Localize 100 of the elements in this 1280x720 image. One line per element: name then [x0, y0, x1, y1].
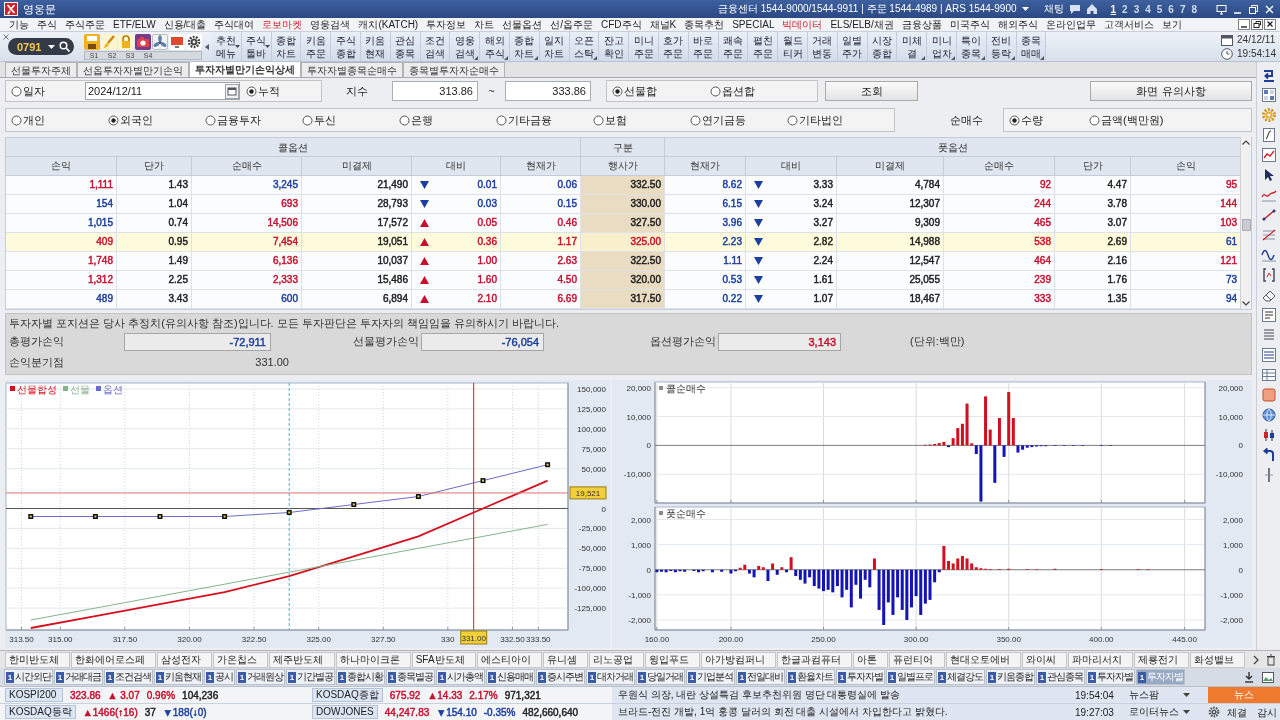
radio-button[interactable]: 기타금융	[496, 112, 593, 128]
menu-item[interactable]: 캐치(KATCH)	[355, 18, 422, 31]
screen-number[interactable]: 7	[1177, 3, 1188, 15]
window-tab[interactable]: 1 기업분석	[686, 669, 735, 685]
menu-item[interactable]: CFD주식	[597, 18, 645, 31]
menu-item[interactable]: ETF/ELW	[110, 18, 159, 31]
window-tab[interactable]: 1 종합시황	[336, 669, 385, 685]
chat-bubble-icon[interactable]	[1068, 3, 1081, 15]
window-tab[interactable]: 1 체결강도	[936, 669, 985, 685]
window-tab[interactable]: 1 환율차트	[786, 669, 835, 685]
stock-shortcut[interactable]: 아가방컴퍼니	[701, 651, 777, 668]
radio-button[interactable]: 수량	[1009, 112, 1089, 128]
stock-shortcut[interactable]: 한글과컴퓨터	[777, 651, 853, 668]
toolbar-button[interactable]: 오픈 스탁	[569, 32, 600, 61]
search-icon[interactable]	[59, 41, 70, 52]
window-tab[interactable]: 1 대차거래	[586, 669, 635, 685]
settings-icon[interactable]	[1208, 706, 1220, 718]
menu-item[interactable]: 영웅검색	[307, 18, 354, 31]
radio-button[interactable]: 기타법인	[787, 112, 884, 128]
stock-shortcut[interactable]: 에스티아이	[476, 651, 542, 668]
chat-button[interactable]: 채팅	[1043, 2, 1064, 16]
menu-item[interactable]: 주식대여	[211, 18, 258, 31]
toolbar-button[interactable]: 감시	[1254, 704, 1280, 720]
globe-icon[interactable]	[1260, 407, 1277, 423]
toolbar-button[interactable]: 잔고 확인	[599, 32, 630, 61]
toolbar-button[interactable]: 주식 종합	[331, 32, 361, 61]
menu-item[interactable]: 미국주식	[946, 18, 993, 31]
radio-button[interactable]: 금액(백만원)	[1089, 112, 1169, 128]
tab[interactable]: 종목별투자자순매수	[403, 62, 505, 77]
scroll-left-icon[interactable]	[205, 43, 209, 50]
screen-number[interactable]: 1	[1108, 3, 1119, 15]
calendar-icon[interactable]	[225, 83, 239, 99]
toolbar-button[interactable]: 주식 툴바	[241, 32, 272, 61]
toolbar-button[interactable]: 펼친 주문	[748, 32, 779, 61]
tab[interactable]: 선옵투자자별만기손익	[77, 62, 189, 77]
window-tab[interactable]: 1 일별프로	[886, 669, 935, 685]
screen-number[interactable]: 6	[1166, 3, 1176, 15]
minimize-icon[interactable]	[1238, 19, 1250, 30]
scrollbar[interactable]	[1240, 137, 1252, 309]
menu-item[interactable]: 주식	[34, 18, 60, 31]
menu-item[interactable]: 고객서비스	[1100, 18, 1157, 31]
toolbar-button[interactable]: 추천 메뉴	[212, 32, 242, 61]
radio-button[interactable]: 은행	[399, 112, 496, 128]
radio-button[interactable]: 금융투자	[205, 112, 302, 128]
menu-item[interactable]: 차트	[471, 18, 498, 31]
layout-grid-icon[interactable]	[1260, 87, 1277, 103]
window-tab[interactable]: 1 증시주변	[536, 669, 585, 685]
restore-icon[interactable]	[1248, 3, 1259, 15]
settings-icon[interactable]	[186, 33, 202, 50]
stock-shortcut[interactable]: 화성밸브	[1190, 651, 1246, 668]
menu-item[interactable]: 기능	[6, 18, 32, 31]
menu-item[interactable]: 채널K	[646, 18, 680, 31]
toolbar-button[interactable]: 특이 종목	[956, 32, 987, 61]
caret-icon[interactable]	[1183, 693, 1190, 697]
menu-item[interactable]: 금융상품	[898, 18, 945, 31]
toolbar-button[interactable]: 영웅 검색	[450, 32, 481, 61]
toolbar-button[interactable]: 바로 주문	[688, 32, 719, 61]
toolbar-button[interactable]: 전비 등락	[986, 32, 1017, 61]
toolbar-button[interactable]: 일지 차트	[539, 32, 570, 61]
screen-number[interactable]: 4	[1143, 3, 1153, 15]
bracket-icon[interactable]	[1260, 267, 1277, 283]
window-tab[interactable]: 1 투자자별	[1086, 669, 1135, 685]
level-lines-icon[interactable]	[1260, 227, 1277, 243]
caret-icon[interactable]	[48, 44, 55, 49]
close-icon[interactable]	[1264, 19, 1276, 30]
monitor-icon[interactable]	[169, 33, 185, 50]
window-tab[interactable]: 1 기간별공	[286, 669, 335, 685]
tab[interactable]: 투자자별종목순매수	[301, 62, 403, 77]
rounded-square-icon[interactable]	[1260, 387, 1277, 403]
propeller-icon[interactable]	[152, 33, 168, 50]
window-tab[interactable]: 1 시간외단	[4, 669, 53, 685]
caret-icon[interactable]	[1183, 710, 1190, 714]
menu-item[interactable]: 투자정보	[423, 18, 470, 31]
toolbar-button[interactable]: 월드 티커	[778, 32, 808, 61]
radio-button[interactable]: 개인	[11, 112, 108, 128]
stock-shortcut[interactable]: 아톤	[853, 651, 889, 668]
window-tab[interactable]: 1 시가총액	[436, 669, 485, 685]
radio-button[interactable]: 일자	[11, 83, 45, 99]
toolbar-button[interactable]: 미체 결	[897, 32, 928, 61]
image-icon[interactable]	[1262, 671, 1274, 683]
download-icon[interactable]	[1244, 671, 1254, 683]
menu-item[interactable]: ELS/ELB/채권	[827, 18, 897, 31]
stock-shortcut[interactable]: 퓨런티어	[889, 651, 945, 668]
tab[interactable]: 선물투자주체	[5, 62, 77, 77]
index-to-field[interactable]: 333.86	[505, 81, 591, 101]
toolbar-button[interactable]: 체결	[1224, 704, 1250, 720]
camera-icon[interactable]	[135, 33, 151, 50]
line-chart-icon[interactable]	[1260, 147, 1277, 163]
toolbar-button[interactable]: 미니 주문	[629, 32, 659, 61]
sine-wave-icon[interactable]	[1260, 247, 1277, 263]
window-tab[interactable]: 1 당일거래	[636, 669, 685, 685]
chevron-right-icon[interactable]	[1252, 654, 1261, 665]
horizontal-lines-icon[interactable]	[1260, 347, 1277, 363]
menu-item[interactable]: 신용/대출	[160, 18, 210, 31]
radio-button[interactable]: 보험	[593, 112, 690, 128]
window-tab[interactable]: 1 신용매매	[486, 669, 535, 685]
toolbar-button[interactable]: 종목 매매	[1016, 32, 1047, 61]
monitor-icon[interactable]	[1216, 3, 1227, 15]
window-tab[interactable]: 1 관심종목	[1036, 669, 1085, 685]
menu-item[interactable]: 온라인업무	[1042, 18, 1099, 31]
